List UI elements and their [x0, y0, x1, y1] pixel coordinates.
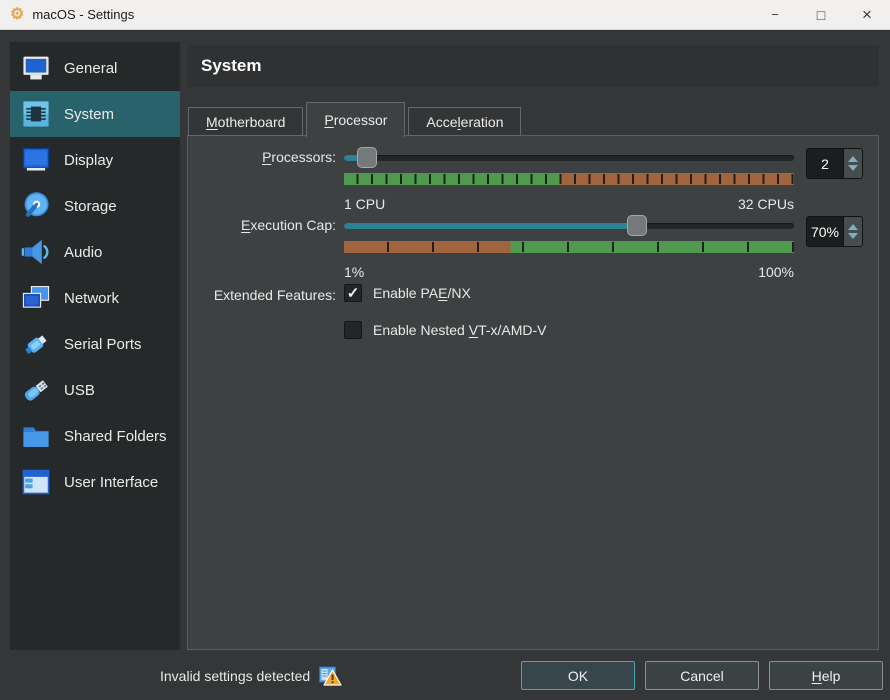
sidebar-item-label: System	[64, 106, 114, 123]
titlebar: ⚙ macOS - Settings − □ ×	[0, 0, 890, 30]
display-icon	[20, 144, 52, 176]
sidebar-item-label: USB	[64, 382, 95, 399]
execution-cap-spinbox-buttons	[843, 217, 862, 246]
page-title: System	[201, 56, 261, 76]
sidebar-item-audio[interactable]: Audio	[10, 229, 180, 275]
network-icon	[20, 282, 52, 314]
sidebar-item-network[interactable]: Network	[10, 275, 180, 321]
maximize-button[interactable]: □	[798, 0, 844, 29]
processors-spinbox-buttons	[843, 149, 862, 178]
cancel-button[interactable]: Cancel	[645, 661, 759, 690]
execution-cap-tickmarks	[344, 242, 794, 252]
general-icon	[20, 52, 52, 84]
window-title: macOS - Settings	[32, 7, 134, 22]
audio-icon	[20, 236, 52, 268]
sidebar-item-label: Network	[64, 290, 119, 307]
tab-acceleration[interactable]: Acceleration	[408, 107, 521, 136]
serial-ports-icon	[20, 328, 52, 360]
sidebar-item-label: User Interface	[64, 474, 158, 491]
processors-slider-groove[interactable]	[344, 155, 794, 161]
ok-button[interactable]: OK	[521, 661, 635, 690]
sidebar-item-user-interface[interactable]: User Interface	[10, 459, 180, 505]
sidebar-item-usb[interactable]: USB	[10, 367, 180, 413]
extended-features-row: Extended Features: ✓ Enable PAE/NX Enabl…	[198, 284, 868, 358]
maximize-icon: □	[817, 7, 825, 23]
spin-down-icon[interactable]	[848, 165, 858, 171]
system-icon	[20, 98, 52, 130]
execution-cap-spinbox-value[interactable]: 70%	[807, 217, 843, 246]
sidebar-item-label: Audio	[64, 244, 102, 261]
nested-vtx-checkbox-label: Enable Nested VT-x/AMD-V	[373, 322, 547, 338]
spin-up-icon[interactable]	[848, 156, 858, 162]
checkbox-enable-pae-nx[interactable]: ✓ Enable PAE/NX	[344, 284, 547, 302]
pae-nx-checkbox[interactable]: ✓	[344, 284, 362, 302]
tab-motherboard[interactable]: Motherboard	[188, 107, 303, 136]
processors-scale: 1 CPU 32 CPUs	[344, 196, 794, 212]
spin-up-icon[interactable]	[848, 224, 858, 230]
execution-cap-slider[interactable]	[344, 214, 794, 238]
settings-window: ⚙ macOS - Settings − □ × General	[0, 0, 890, 700]
tab-bar: Motherboard Processor Acceleration	[188, 100, 880, 136]
user-interface-icon	[20, 466, 52, 498]
dialog-buttons: OK Cancel Help	[521, 661, 883, 690]
execution-cap-min-label: 1%	[344, 264, 364, 280]
extended-features-label: Extended Features:	[198, 284, 344, 303]
execution-cap-row: Execution Cap: 1% 100% 70%	[198, 214, 868, 280]
help-button[interactable]: Help	[769, 661, 883, 690]
page-header: System	[187, 45, 879, 87]
sidebar-item-shared-folders[interactable]: Shared Folders	[10, 413, 180, 459]
pae-nx-checkbox-label: Enable PAE/NX	[373, 285, 471, 301]
sidebar-item-general[interactable]: General	[10, 45, 180, 91]
sidebar-item-display[interactable]: Display	[10, 137, 180, 183]
settings-sidebar: General System Display	[10, 42, 180, 650]
checkbox-enable-nested-vtx[interactable]: Enable Nested VT-x/AMD-V	[344, 321, 547, 339]
warning-icon	[318, 664, 342, 688]
execution-cap-slider-groove[interactable]	[344, 223, 794, 229]
processors-slider[interactable]	[344, 146, 794, 170]
sidebar-item-storage[interactable]: Storage	[10, 183, 180, 229]
extended-features-options: ✓ Enable PAE/NX Enable Nested VT-x/AMD-V	[344, 284, 547, 358]
execution-cap-slider-fill	[344, 223, 637, 229]
execution-cap-scale: 1% 100%	[344, 264, 794, 280]
execution-cap-slider-handle[interactable]	[627, 215, 647, 236]
close-button[interactable]: ×	[844, 0, 890, 29]
sidebar-item-system[interactable]: System	[10, 91, 180, 137]
processors-min-label: 1 CPU	[344, 196, 385, 212]
processors-spinbox-value[interactable]: 2	[807, 149, 843, 178]
settings-gear-icon: ⚙	[10, 7, 24, 23]
processors-label: Processors:	[198, 146, 344, 165]
processors-tickbar	[344, 173, 794, 185]
execution-cap-spinbox: 70%	[806, 216, 863, 247]
window-controls: − □ ×	[752, 0, 890, 29]
processors-slider-area: 1 CPU 32 CPUs	[344, 146, 794, 212]
sidebar-item-label: Display	[64, 152, 113, 169]
processors-spinbox: 2	[806, 148, 863, 179]
sidebar-item-serial-ports[interactable]: Serial Ports	[10, 321, 180, 367]
sidebar-item-label: Storage	[64, 198, 117, 215]
sidebar-item-label: Shared Folders	[64, 428, 167, 445]
processor-tab-panel: Processors: 1 CPU 32 CPUs 2	[187, 135, 879, 650]
sidebar-item-label: Serial Ports	[64, 336, 142, 353]
execution-cap-label: Execution Cap:	[198, 214, 344, 233]
shared-folders-icon	[20, 420, 52, 452]
minimize-button[interactable]: −	[752, 0, 798, 29]
tab-processor[interactable]: Processor	[306, 102, 405, 137]
sidebar-item-label: General	[64, 60, 117, 77]
execution-cap-slider-area: 1% 100%	[344, 214, 794, 280]
processors-slider-handle[interactable]	[357, 147, 377, 168]
processors-max-label: 32 CPUs	[738, 196, 794, 212]
status-message: Invalid settings detected	[160, 664, 342, 688]
status-text: Invalid settings detected	[160, 668, 310, 684]
close-icon: ×	[862, 5, 872, 25]
execution-cap-max-label: 100%	[758, 264, 794, 280]
storage-icon	[20, 190, 52, 222]
usb-icon	[20, 374, 52, 406]
execution-cap-tickbar	[344, 241, 794, 253]
processors-tickmarks	[344, 174, 794, 184]
processors-row: Processors: 1 CPU 32 CPUs 2	[198, 146, 868, 212]
minimize-icon: −	[771, 7, 779, 22]
spin-down-icon[interactable]	[848, 233, 858, 239]
nested-vtx-checkbox[interactable]	[344, 321, 362, 339]
